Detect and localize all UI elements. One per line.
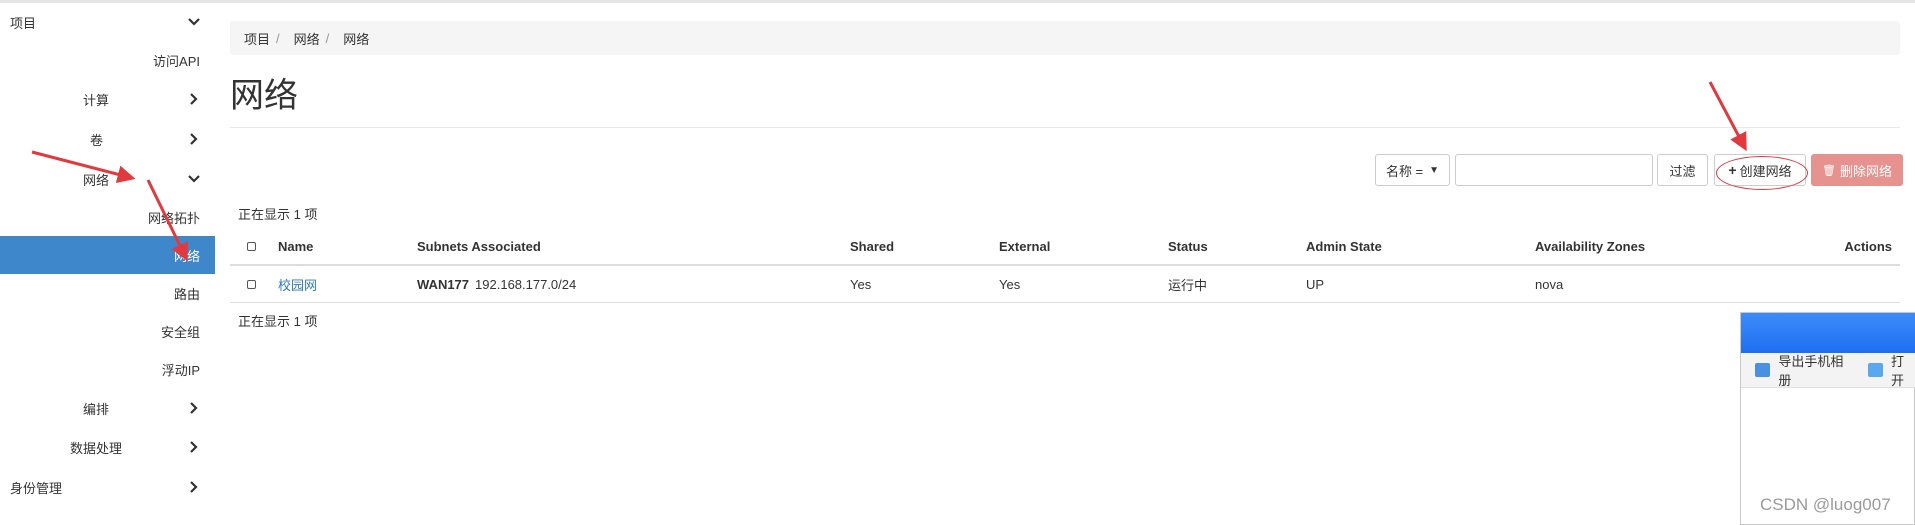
photo-icon — [1755, 363, 1771, 377]
sidebar-item-data-processing[interactable]: 数据处理 — [0, 428, 215, 466]
sidebar-item-security-groups[interactable]: 安全组 — [0, 312, 215, 350]
sidebar-item-label: 路由 — [173, 286, 200, 302]
column-header-subnets[interactable]: Subnets Associated — [417, 228, 541, 264]
sidebar-item-api-access[interactable]: 访问API — [0, 41, 215, 79]
breadcrumb-separator: / — [276, 30, 280, 46]
column-header-external[interactable]: External — [999, 228, 1050, 264]
breadcrumb-item: 网络 — [343, 31, 370, 47]
column-header-actions: Actions — [1844, 238, 1892, 254]
sidebar-item-compute[interactable]: 计算 — [0, 80, 215, 118]
status-cell: 运行中 — [1168, 277, 1208, 293]
sidebar-item-network-group[interactable]: 网络 — [0, 160, 215, 198]
column-header-status[interactable]: Status — [1168, 228, 1208, 264]
filter-input[interactable] — [1455, 154, 1653, 186]
sidebar-item-floating-ips[interactable]: 浮动IP — [0, 350, 215, 388]
chevron-right-icon — [190, 481, 198, 493]
chevron-right-icon — [190, 93, 198, 105]
table-header: Name Subnets Associated Shared External … — [230, 228, 1900, 266]
sidebar-item-network-topology[interactable]: 网络拓扑 — [0, 198, 215, 236]
availability-zones-cell: nova — [1535, 276, 1564, 292]
chevron-down-icon — [188, 175, 200, 183]
sidebar-item-networks[interactable]: 网络 — [0, 236, 215, 274]
item-count-top: 正在显示 1 项 — [238, 207, 318, 222]
item-count-bottom: 正在显示 1 项 — [238, 314, 318, 329]
sidebar-item-label: 身份管理 — [10, 480, 63, 496]
sidebar-item-label: 浮动IP — [161, 362, 200, 378]
chevron-right-icon — [190, 133, 198, 145]
sidebar-item-label: 访问API — [153, 53, 200, 69]
select-all-checkbox[interactable] — [247, 228, 256, 264]
sidebar-item-label: 网络拓扑 — [147, 210, 200, 226]
chevron-down-icon — [188, 18, 200, 26]
sidebar-item-label: 计算 — [83, 92, 110, 108]
network-name-link[interactable]: 校园网 — [278, 266, 317, 302]
subnet-cidr: 192.168.177.0/24 — [475, 276, 577, 292]
arrow-to-create-button — [1708, 81, 1747, 152]
delete-networks-label: 删除网络 — [1839, 163, 1892, 179]
filter-button[interactable]: 过滤 — [1657, 154, 1708, 186]
overlay-toolbar: 导出手机相册 打开 — [1741, 353, 1915, 388]
table-row: 校园网 WAN177 192.168.177.0/24 Yes Yes 运行中 … — [230, 266, 1900, 303]
trash-icon: 🗑 — [1822, 164, 1836, 177]
folder-icon — [1867, 363, 1883, 377]
annotation-circle — [1716, 156, 1808, 190]
sidebar-item-label: 编排 — [83, 401, 110, 417]
top-border — [0, 0, 1915, 3]
breadcrumb: 项目 / 网络 / 网络 — [230, 21, 1900, 55]
sidebar-item-volumes[interactable]: 卷 — [0, 120, 215, 158]
breadcrumb-separator: / — [325, 30, 330, 46]
row-checkbox[interactable] — [247, 266, 256, 302]
sidebar-item-label: 数据处理 — [70, 440, 123, 456]
overlay-title-bar — [1741, 313, 1915, 353]
admin-state-cell: UP — [1306, 276, 1325, 292]
shared-cell: Yes — [850, 276, 872, 292]
filter-field-label: 名称 = — [1385, 163, 1424, 179]
sidebar-item-orchestration[interactable]: 编排 — [0, 389, 215, 427]
open-button[interactable]: 打开 — [1891, 351, 1915, 389]
sidebar-item-routers[interactable]: 路由 — [0, 274, 215, 312]
overlay-window: 导出手机相册 打开 — [1740, 312, 1915, 525]
column-header-admin-state[interactable]: Admin State — [1306, 228, 1382, 264]
caret-down-icon: ▼ — [1429, 164, 1440, 176]
chevron-right-icon — [190, 441, 198, 453]
chevron-right-icon — [190, 402, 198, 414]
title-divider — [230, 127, 1900, 128]
breadcrumb-item[interactable]: 网络 — [294, 29, 320, 48]
watermark: CSDN @luog007 — [1760, 495, 1891, 514]
page-title: 网络 — [230, 77, 298, 115]
column-header-name[interactable]: Name — [278, 228, 313, 264]
export-photos-button[interactable]: 导出手机相册 — [1778, 351, 1853, 389]
sidebar-item-identity[interactable]: 身份管理 — [0, 468, 215, 506]
sidebar-item-label: 网络 — [83, 172, 110, 188]
subnets-cell: WAN177 192.168.177.0/24 — [417, 266, 576, 302]
sidebar-item-label: 网络 — [173, 248, 200, 264]
breadcrumb-item[interactable]: 项目 — [244, 29, 270, 48]
external-cell: Yes — [999, 276, 1021, 292]
sidebar: 项目 访问API 计算 卷 网络 网络拓扑 网络 路由 安全组 浮动IP 编排 … — [0, 3, 215, 525]
column-header-availability-zones[interactable]: Availability Zones — [1535, 228, 1645, 264]
sidebar-item-label: 项目 — [10, 15, 37, 31]
subnet-name: WAN177 — [417, 276, 470, 292]
filter-field-select[interactable]: 名称 = ▼ — [1375, 154, 1450, 186]
sidebar-item-project[interactable]: 项目 — [0, 3, 215, 41]
column-header-shared[interactable]: Shared — [850, 228, 894, 264]
delete-networks-button[interactable]: 🗑 删除网络 — [1811, 154, 1903, 186]
sidebar-item-label: 卷 — [90, 132, 104, 148]
sidebar-item-label: 安全组 — [160, 324, 200, 340]
